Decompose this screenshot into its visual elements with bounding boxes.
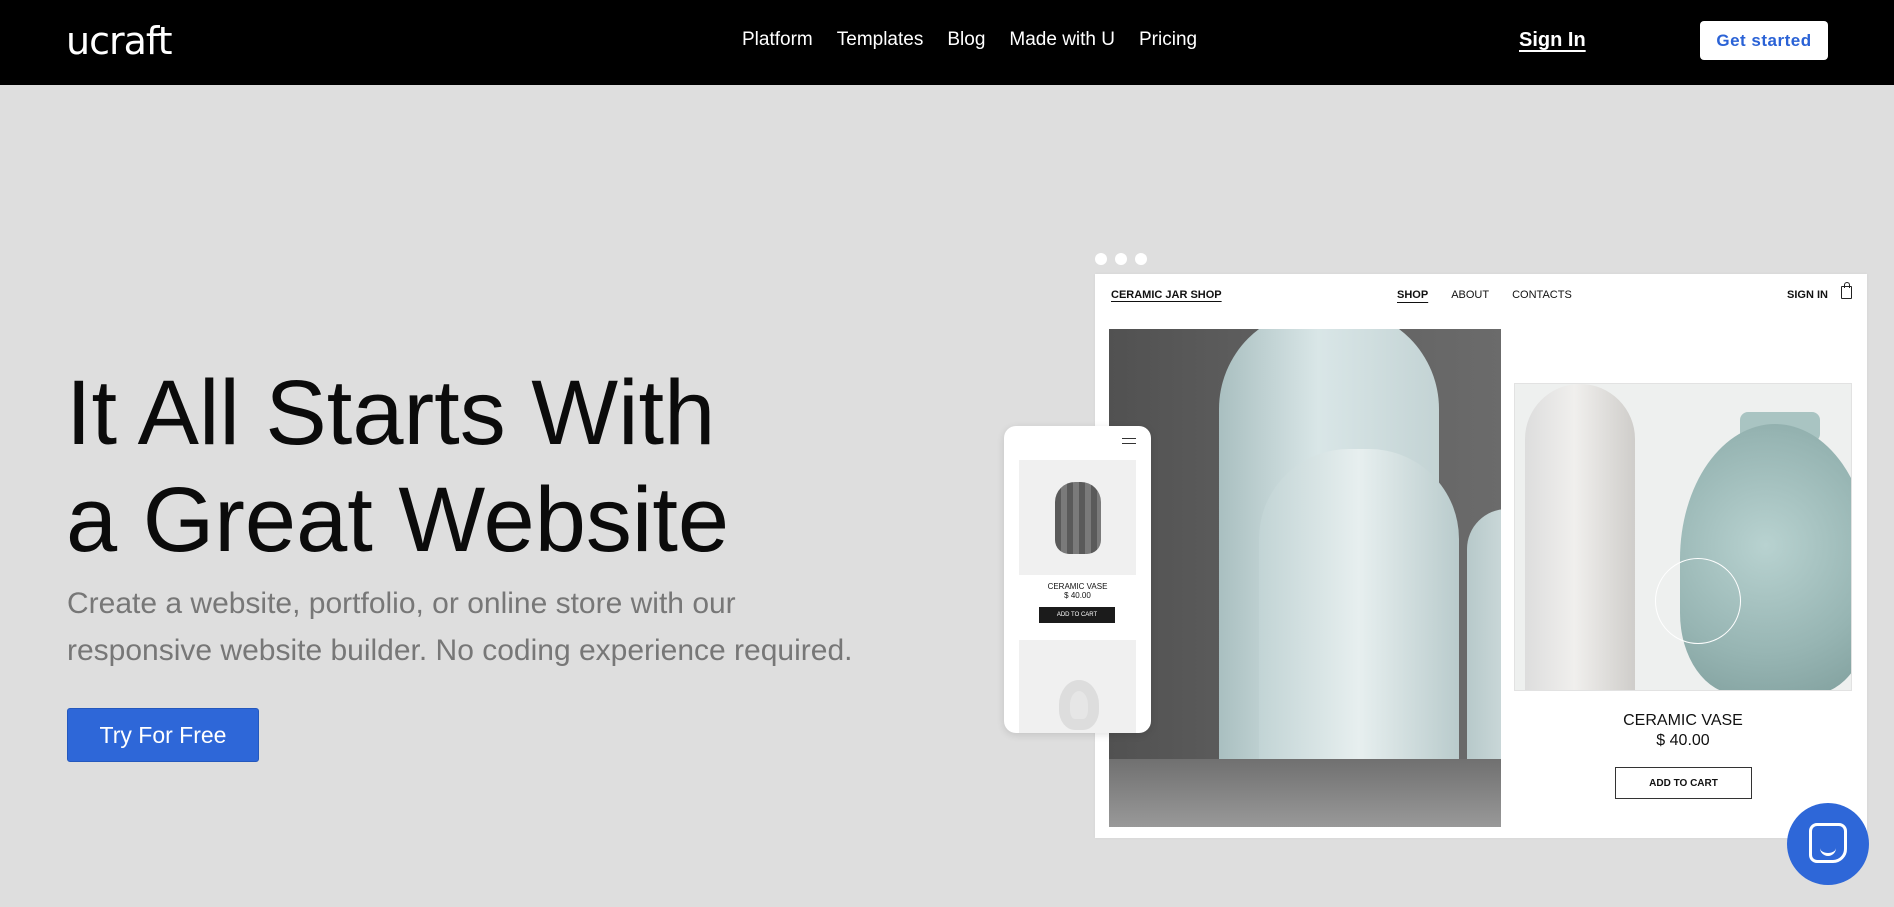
sign-in-link[interactable]: Sign In	[1519, 28, 1586, 52]
ucraft-logo[interactable]: ucraft	[66, 16, 172, 66]
nav-blog[interactable]: Blog	[947, 28, 985, 52]
get-started-button[interactable]: Get started	[1700, 21, 1828, 60]
nav-templates[interactable]: Templates	[837, 28, 924, 52]
nav-made-with-u[interactable]: Made with U	[1009, 28, 1115, 52]
mockup-add-to-cart-button: ADD TO CART	[1615, 767, 1752, 799]
headline-line-1: It All Starts With	[66, 362, 716, 464]
phone-product-card	[1019, 460, 1136, 575]
mockup-shop-logo: CERAMIC JAR SHOP	[1111, 289, 1222, 301]
shopping-bag-icon	[1841, 282, 1852, 299]
mockup-product-price: $ 40.00	[1656, 732, 1710, 749]
phone-product-name: CERAMIC VASE	[1047, 582, 1108, 591]
cursor-ring-icon	[1655, 558, 1741, 644]
phone-vase-image	[1055, 482, 1101, 554]
nav-pricing[interactable]: Pricing	[1139, 28, 1197, 52]
browser-window-dots	[1095, 253, 1147, 265]
mockup-product-photo	[1514, 383, 1852, 691]
mockup-nav-about: ABOUT	[1451, 289, 1490, 301]
top-navigation-bar: ucraft Platform Templates Blog Made with…	[0, 0, 1894, 85]
chat-launcher-button[interactable]	[1787, 803, 1869, 885]
phone-product-card-2	[1019, 640, 1136, 733]
main-nav: Platform Templates Blog Made with U Pric…	[742, 28, 1197, 52]
mockup-hero-photo	[1109, 329, 1501, 827]
mockup-nav-contacts: CONTACTS	[1512, 289, 1572, 301]
nav-platform[interactable]: Platform	[742, 28, 813, 52]
headline-line-2: a Great Website	[66, 469, 730, 571]
mockup-nav-shop: SHOP	[1397, 289, 1429, 301]
mockup-sign-in: SIGN IN	[1787, 289, 1828, 301]
chat-icon	[1809, 823, 1847, 863]
phone-add-to-cart-button: ADD TO CART	[1039, 607, 1115, 623]
hero-headline: It All Starts With a Great Website	[66, 360, 926, 574]
hero-subtitle: Create a website, portfolio, or online s…	[67, 587, 853, 667]
try-for-free-button[interactable]: Try For Free	[67, 708, 259, 762]
mobile-site-mockup: CERAMIC VASE $ 40.00 ADD TO CART	[1004, 426, 1151, 733]
mockup-nav: SHOP ABOUT CONTACTS	[1397, 289, 1572, 301]
hamburger-menu-icon	[1122, 438, 1136, 444]
desktop-site-mockup: CERAMIC JAR SHOP SHOP ABOUT CONTACTS SIG…	[1095, 274, 1867, 838]
phone-product-price: $ 40.00	[1064, 591, 1091, 600]
mockup-product-name: CERAMIC VASE	[1623, 712, 1743, 729]
